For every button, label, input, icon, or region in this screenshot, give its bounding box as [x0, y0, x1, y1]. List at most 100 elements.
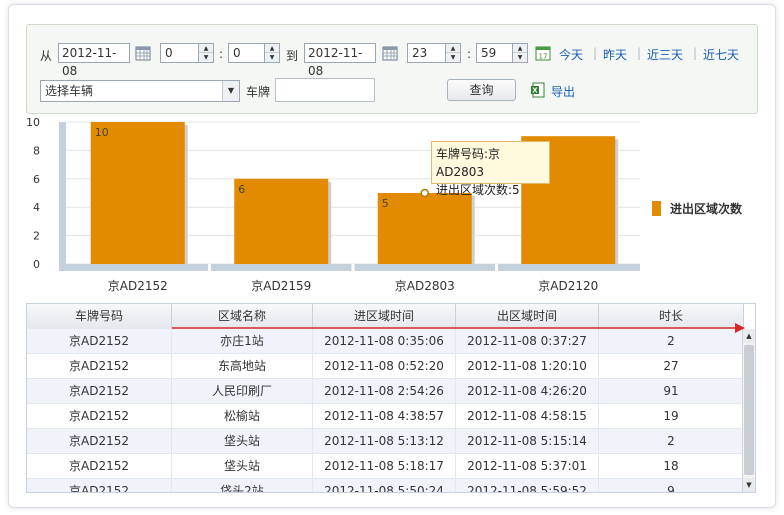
table-cell: 2012-11-08 0:52:20 [313, 354, 456, 378]
y-tick-label: 6 [33, 173, 40, 186]
plate-label: 车牌 [246, 85, 271, 99]
vehicle-select[interactable]: 选择车辆 ▼ [40, 80, 240, 102]
table-cell: 2012-11-08 1:20:10 [456, 354, 599, 378]
scroll-down-icon[interactable]: ▼ [743, 478, 755, 492]
time-colon: : [467, 47, 472, 61]
up-arrow-icon[interactable]: ▲ [513, 44, 527, 53]
table-cell: 松榆站 [172, 404, 313, 428]
down-arrow-icon[interactable]: ▼ [446, 53, 460, 62]
start-minute-stepper[interactable]: 0 ▲ ▼ [228, 43, 280, 63]
table-cell: 京AD2152 [27, 329, 172, 353]
y-tick-label: 0 [33, 258, 40, 271]
table-cell: 19 [599, 404, 744, 428]
table-row[interactable]: 京AD2152 松榆站 2012-11-08 4:38:57 2012-11-08 4… [27, 404, 744, 429]
chart-tooltip: 车牌号码:京AD2803 进出区域次数:5 [431, 141, 550, 197]
table-cell: 京AD2152 [27, 429, 172, 453]
legend-swatch [652, 201, 661, 216]
table-cell: 2012-11-08 5:13:12 [313, 429, 456, 453]
end-hour-value: 23 [412, 46, 428, 60]
link-separator: | [593, 46, 598, 60]
down-arrow-icon[interactable]: ▼ [199, 53, 213, 62]
quick-link-last-3-days[interactable]: 近三天 [647, 46, 683, 63]
table-cell: 垡头站 [172, 454, 313, 478]
y-tick-label: 8 [33, 144, 40, 157]
bar-chart: 0 2 4 6 8 10 10 京AD2152 6 京AD2159 5 京AD2803 京AD2120 进… [26, 116, 743, 293]
table-cell: 9 [599, 479, 744, 492]
table-cell: 京AD2152 [27, 454, 172, 478]
table-cell: 京AD2152 [27, 479, 172, 492]
x-tick-label: 京AD2152 [108, 279, 168, 293]
link-separator: | [637, 46, 642, 60]
column-header[interactable]: 车牌号码 [27, 304, 172, 329]
calendar-icon[interactable] [135, 45, 151, 61]
table-cell: 27 [599, 354, 744, 378]
end-date-input[interactable]: 2012-11-08 [304, 43, 376, 78]
table-cell: 2 [599, 429, 744, 453]
bar-value-label: 6 [238, 183, 245, 196]
start-hour-stepper[interactable]: 0 ▲ ▼ [160, 43, 214, 63]
table-cell: 京AD2152 [27, 354, 172, 378]
bar-京AD2152[interactable] [90, 122, 185, 264]
export-link[interactable]: 导出 [551, 83, 575, 100]
excel-export-icon[interactable]: X [530, 82, 546, 98]
plate-input[interactable] [275, 78, 375, 102]
table-cell: 人民印刷厂 [172, 379, 313, 403]
table-cell: 2012-11-08 5:18:17 [313, 454, 456, 478]
start-date-input[interactable]: 2012-11-08 [58, 43, 130, 78]
axis-bar [59, 122, 66, 271]
tooltip-line-count: 进出区域次数:5 [436, 183, 520, 197]
table-cell: 2012-11-08 5:50:24 [313, 479, 456, 492]
end-minute-stepper[interactable]: 59 ▲ ▼ [476, 43, 528, 63]
end-minute-value: 59 [481, 46, 497, 60]
vehicle-select-value: 选择车辆 [45, 84, 94, 98]
table-row[interactable]: 京AD2152 东高地站 2012-11-08 0:52:20 2012-11-08 … [27, 354, 744, 379]
table-cell: 2012-11-08 5:37:01 [456, 454, 599, 478]
annotation-arrow [172, 323, 745, 333]
table-cell: 2012-11-08 2:54:26 [313, 379, 456, 403]
x-tick-label: 京AD2159 [251, 279, 311, 293]
hover-point[interactable] [420, 188, 429, 198]
quick-link-yesterday[interactable]: 昨天 [603, 46, 627, 63]
svg-text:17: 17 [539, 53, 548, 61]
svg-text:X: X [532, 87, 538, 95]
to-label: 到 [286, 49, 299, 63]
table-cell: 2012-11-08 5:59:52 [456, 479, 599, 492]
table-row[interactable]: 京AD2152 垡头站 2012-11-08 5:13:12 2012-11-08 5… [27, 429, 744, 454]
table-row[interactable]: 京AD2152 垡头站 2012-11-08 5:18:17 2012-11-08 5… [27, 454, 744, 479]
bar-京AD2803[interactable] [377, 193, 472, 264]
calendar-today-icon[interactable]: 17 [535, 45, 551, 61]
up-arrow-icon[interactable]: ▲ [199, 44, 213, 53]
link-separator: | [693, 46, 698, 60]
up-arrow-icon[interactable]: ▲ [446, 44, 460, 53]
table-cell: 91 [599, 379, 744, 403]
table-row[interactable]: 京AD2152 人民印刷厂 2012-11-08 2:54:26 2012-11-08… [27, 379, 744, 404]
legend-label[interactable]: 进出区域次数 [670, 201, 743, 216]
down-arrow-icon[interactable]: ▼ [265, 53, 279, 62]
down-arrow-icon[interactable]: ▼ [513, 53, 527, 62]
start-hour-value: 0 [165, 46, 173, 60]
y-tick-label: 2 [33, 230, 40, 243]
chevron-down-icon[interactable]: ▼ [222, 81, 239, 101]
scroll-thumb[interactable] [744, 345, 754, 475]
table-cell: 垡头2站 [172, 479, 313, 492]
table-cell: 2012-11-08 4:26:20 [456, 379, 599, 403]
quick-link-last-7-days[interactable]: 近七天 [703, 46, 739, 63]
y-tick-label: 4 [33, 201, 40, 214]
quick-link-today[interactable]: 今天 [559, 46, 583, 63]
start-minute-value: 0 [233, 46, 241, 60]
table-cell: 京AD2152 [27, 404, 172, 428]
x-tick-label: 京AD2120 [538, 279, 598, 293]
from-label: 从 [40, 49, 53, 63]
bar-value-label: 10 [95, 126, 109, 139]
up-arrow-icon[interactable]: ▲ [265, 44, 279, 53]
table-cell: 2012-11-08 4:38:57 [313, 404, 456, 428]
bar-京AD2159[interactable] [234, 178, 329, 264]
table-row[interactable]: 京AD2152 垡头2站 2012-11-08 5:50:24 2012-11-08 … [27, 479, 744, 492]
tooltip-line-plate: 车牌号码:京AD2803 [436, 147, 501, 179]
end-hour-stepper[interactable]: 23 ▲ ▼ [407, 43, 461, 63]
query-button[interactable]: 查询 [447, 79, 516, 101]
vertical-scrollbar[interactable]: ▲ ▼ [742, 329, 755, 492]
table-cell: 18 [599, 454, 744, 478]
calendar-icon[interactable] [382, 45, 398, 61]
table-cell: 2012-11-08 4:58:15 [456, 404, 599, 428]
